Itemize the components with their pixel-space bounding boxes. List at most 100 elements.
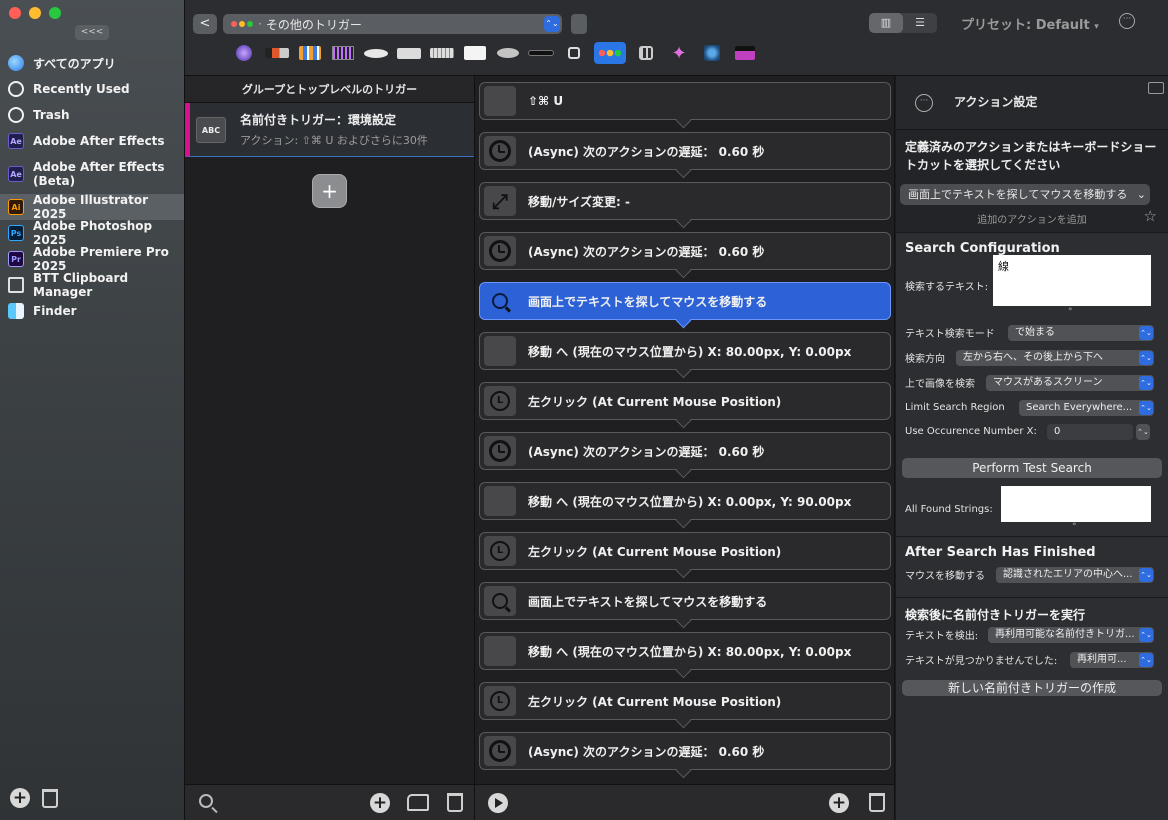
occurence-stepper[interactable]: ⌃⌄ bbox=[1136, 423, 1150, 440]
app-item-label: Finder bbox=[33, 304, 77, 318]
app-item-all-apps[interactable]: すべてのアプリ bbox=[0, 50, 184, 76]
action-label: 移動 へ (現在のマウス位置から) X: 0.00px, Y: 90.00px bbox=[528, 494, 852, 509]
app-item-photoshop[interactable]: Ps Adobe Photoshop 2025 bbox=[0, 219, 184, 247]
app-item-recently-used[interactable]: Recently Used bbox=[0, 76, 184, 102]
app-item-label: Adobe After Effects bbox=[33, 134, 165, 148]
stream-deck-icon[interactable] bbox=[297, 42, 323, 64]
action-type-select[interactable]: 画面上でテキストを探してマウスを移動する ⌄ bbox=[900, 184, 1150, 205]
action-item[interactable]: (Async) 次のアクションの遅延： 0.60 秒 bbox=[479, 232, 891, 270]
minimize-window-button[interactable] bbox=[29, 7, 41, 19]
search-mode-select[interactable]: で始まる ⌃⌄ bbox=[1008, 324, 1154, 341]
magic-mouse-icon[interactable] bbox=[363, 42, 389, 64]
keypad-grid-icon[interactable] bbox=[330, 42, 356, 64]
action-item-selected[interactable]: 画面上でテキストを探してマウスを移動する bbox=[479, 282, 891, 320]
delete-action-trash-icon[interactable] bbox=[869, 793, 885, 812]
chevron-down-icon: ⌄ bbox=[1136, 188, 1146, 201]
chevron-updown-icon: ⌃⌄ bbox=[1139, 325, 1153, 340]
action-item[interactable]: 移動 へ (現在のマウス位置から) X: 80.00px, Y: 0.00px bbox=[479, 332, 891, 370]
app-item-btt-clipboard[interactable]: BTT Clipboard Manager bbox=[0, 271, 184, 299]
resize-handle-icon[interactable]: ° bbox=[1068, 307, 1073, 317]
more-options-icon[interactable]: ··· bbox=[915, 94, 933, 112]
search-icon[interactable] bbox=[199, 794, 213, 808]
search-image-label: 上で画像を検索 bbox=[905, 379, 975, 390]
resize-handle-icon[interactable]: ° bbox=[1072, 522, 1077, 532]
delete-trigger-trash-icon[interactable] bbox=[447, 793, 463, 812]
list-view-icon[interactable]: ☰ bbox=[903, 13, 937, 33]
action-item[interactable]: L 左クリック (At Current Mouse Position) bbox=[479, 382, 891, 420]
search-screen-select[interactable]: マウスがあるスクリーン ⌃⌄ bbox=[986, 374, 1154, 391]
play-icon[interactable] bbox=[488, 793, 508, 813]
search-mode-value: で始まる bbox=[1015, 326, 1055, 338]
more-options-icon[interactable]: ··· bbox=[1119, 13, 1135, 29]
add-trigger-button[interactable]: + bbox=[312, 174, 347, 208]
action-item[interactable]: ⤢ 移動/サイズ変更: - bbox=[479, 182, 891, 220]
left-click-icon: L bbox=[484, 536, 516, 566]
menubar-icon[interactable] bbox=[732, 42, 758, 64]
new-folder-icon[interactable] bbox=[407, 794, 429, 811]
create-named-trigger-button[interactable]: 新しい名前付きトリガーの作成 bbox=[902, 680, 1162, 696]
drawing-tablet-icon[interactable] bbox=[462, 42, 488, 64]
star-shortcut-icon[interactable]: ✦ bbox=[666, 42, 692, 64]
after-search-section: After Search Has Finished マウスを移動する 認識された… bbox=[896, 537, 1168, 597]
collapse-sidebar-button[interactable]: <<< bbox=[75, 25, 109, 40]
clock-icon bbox=[484, 736, 516, 766]
app-item-after-effects-beta[interactable]: Ae Adobe After Effects (Beta) bbox=[0, 154, 184, 194]
controller-icon[interactable] bbox=[699, 42, 725, 64]
action-item[interactable]: 移動 へ (現在のマウス位置から) X: 0.00px, Y: 90.00px bbox=[479, 482, 891, 520]
search-text-row: 検索するテキスト: bbox=[905, 273, 988, 298]
normal-mouse-icon[interactable] bbox=[495, 42, 521, 64]
limit-region-select[interactable]: Search Everywhere... ⌃⌄ bbox=[1019, 399, 1154, 416]
star-icon[interactable]: ☆ bbox=[1144, 207, 1157, 225]
preset-selector[interactable]: プリセット: Default ▾ bbox=[961, 14, 1099, 33]
keyboard-icon[interactable] bbox=[429, 42, 455, 64]
siri-remote-icon[interactable] bbox=[561, 42, 587, 64]
close-window-button[interactable] bbox=[9, 7, 21, 19]
app-item-illustrator[interactable]: Ai Adobe Illustrator 2025 bbox=[0, 193, 184, 221]
perform-test-search-button[interactable]: Perform Test Search bbox=[902, 458, 1162, 478]
action-item[interactable]: (Async) 次のアクションの遅延： 0.60 秒 bbox=[479, 432, 891, 470]
named-trigger-subtitle: アクション: ⇧⌘ U およびさらに30件 bbox=[240, 134, 428, 147]
app-list: すべてのアプリ Recently Used Trash Ae Adobe Aft… bbox=[0, 50, 184, 324]
delete-app-trash-icon[interactable] bbox=[42, 789, 58, 808]
touchbar-icon[interactable] bbox=[264, 42, 290, 64]
app-item-premiere[interactable]: Pr Adobe Premiere Pro 2025 bbox=[0, 245, 184, 273]
text-found-select[interactable]: 再利用可能な名前付きトリガ... ⌃⌄ bbox=[988, 626, 1154, 643]
action-label: 画面上でテキストを探してマウスを移動する bbox=[528, 594, 768, 609]
app-item-after-effects[interactable]: Ae Adobe After Effects bbox=[0, 128, 184, 154]
search-direction-select[interactable]: 左から右へ、その後上から下へ ⌃⌄ bbox=[956, 349, 1154, 366]
extra-toolbar-button[interactable] bbox=[571, 14, 587, 34]
magic-trackpad-icon[interactable] bbox=[396, 42, 422, 64]
trigger-type-select[interactable]: · その他のトリガー ⌃⌄ bbox=[223, 14, 562, 34]
other-triggers-icon[interactable] bbox=[594, 42, 626, 64]
zoom-window-button[interactable] bbox=[49, 7, 61, 19]
search-text-input[interactable]: 線 bbox=[993, 255, 1151, 306]
action-item[interactable]: 移動 へ (現在のマウス位置から) X: 80.00px, Y: 0.00px bbox=[479, 632, 891, 670]
text-not-found-select[interactable]: 再利用可... ⌃⌄ bbox=[1070, 651, 1154, 668]
add-additional-action-link[interactable]: 追加のアクションを追加 ☆ bbox=[905, 207, 1159, 226]
preset-label: プリセット: Default bbox=[961, 18, 1090, 33]
view-mode-toggle[interactable]: ▥ ☰ bbox=[869, 13, 937, 33]
add-action-button[interactable]: + bbox=[829, 793, 849, 813]
remote-icon[interactable] bbox=[528, 42, 554, 64]
action-item[interactable]: (Async) 次のアクションの遅延： 0.60 秒 bbox=[479, 132, 891, 170]
action-item[interactable]: ⇧⌘ U bbox=[479, 82, 891, 120]
illustrator-icon: Ai bbox=[8, 199, 24, 215]
trigger-device-row: ✦ bbox=[231, 42, 758, 64]
app-item-finder[interactable]: Finder bbox=[0, 298, 184, 324]
columns-view-icon[interactable]: ▥ bbox=[869, 13, 903, 33]
app-item-trash[interactable]: Trash bbox=[0, 102, 184, 128]
drag-drop-icon[interactable] bbox=[633, 42, 659, 64]
occurence-input[interactable]: 0 bbox=[1047, 423, 1133, 440]
add-trigger-footer-button[interactable]: + bbox=[370, 793, 390, 813]
action-item[interactable]: L 左クリック (At Current Mouse Position) bbox=[479, 682, 891, 720]
move-mouse-select[interactable]: 認識されたエリアの中心へ... ⌃⌄ bbox=[996, 566, 1154, 583]
action-item[interactable]: 画面上でテキストを探してマウスを移動する bbox=[479, 582, 891, 620]
back-button[interactable]: < bbox=[193, 14, 217, 34]
action-item[interactable]: (Async) 次のアクションの遅延： 0.60 秒 bbox=[479, 732, 891, 770]
add-app-button[interactable]: + bbox=[10, 788, 30, 808]
trackpad-circle-icon[interactable] bbox=[231, 42, 257, 64]
action-item[interactable]: L 左クリック (At Current Mouse Position) bbox=[479, 532, 891, 570]
blank-icon bbox=[484, 486, 516, 516]
named-trigger-row[interactable]: ABC 名前付きトリガー：環境設定 アクション: ⇧⌘ U およびさらに30件 bbox=[185, 103, 474, 157]
detach-window-icon[interactable] bbox=[1148, 82, 1164, 94]
